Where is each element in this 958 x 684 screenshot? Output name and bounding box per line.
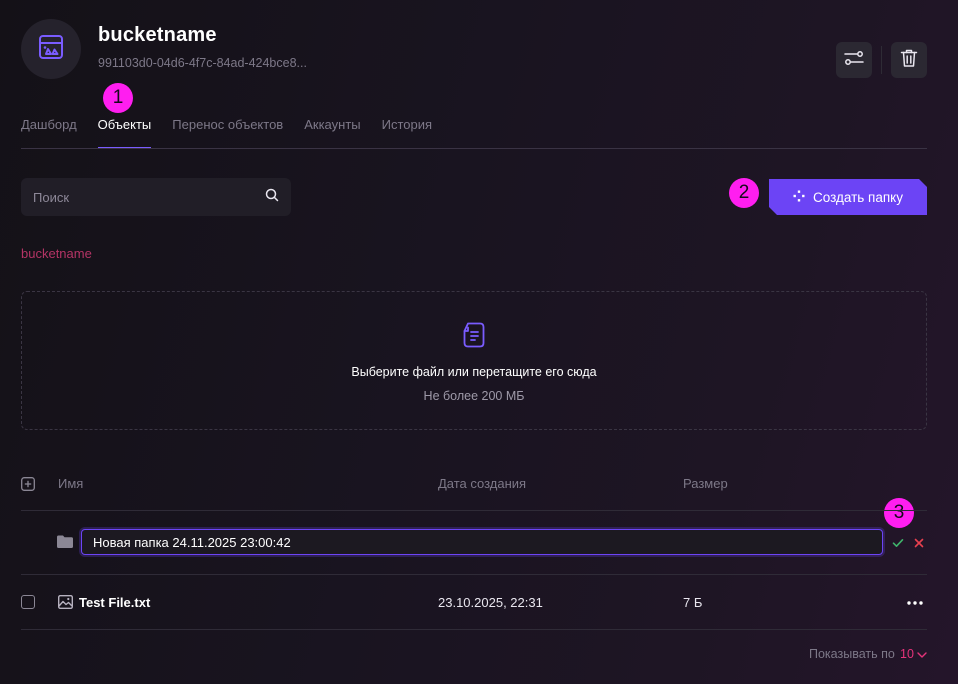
column-header-name[interactable]: Имя <box>58 476 83 491</box>
image-icon <box>57 594 74 614</box>
search-input[interactable] <box>33 189 265 205</box>
table-divider <box>21 574 927 575</box>
tab-accounts[interactable]: Аккаунты <box>304 117 360 148</box>
file-name[interactable]: Test File.txt <box>79 595 150 610</box>
folder-icon <box>57 535 73 553</box>
trash-icon <box>900 48 918 73</box>
annotation-marker-2: 2 <box>729 178 759 208</box>
tabs: Дашборд Объекты Перенос объектов Аккаунт… <box>21 117 432 148</box>
close-icon[interactable] <box>914 535 924 553</box>
column-header-created[interactable]: Дата создания <box>438 476 526 491</box>
tab-dashboard[interactable]: Дашборд <box>21 117 77 148</box>
plus-box-icon[interactable] <box>21 477 35 496</box>
create-folder-button[interactable]: Создать папку <box>769 179 927 215</box>
row-actions-button[interactable] <box>903 589 927 613</box>
breadcrumb[interactable]: bucketname <box>21 246 92 261</box>
create-folder-label: Создать папку <box>813 189 903 205</box>
page-title: bucketname <box>98 24 217 46</box>
search-box[interactable] <box>21 178 291 216</box>
chevron-down-icon <box>917 647 927 661</box>
dropzone-subtitle: Не более 200 МБ <box>423 389 525 403</box>
settings-button[interactable] <box>836 42 872 78</box>
column-header-size[interactable]: Размер <box>683 476 728 491</box>
row-checkbox[interactable] <box>21 595 35 609</box>
annotation-marker-3: 3 <box>884 498 914 528</box>
page-size-select[interactable]: 10 <box>900 647 927 661</box>
tab-history[interactable]: История <box>382 117 432 148</box>
sparkle-icon <box>793 190 805 205</box>
annotation-marker-1: 1 <box>103 83 133 113</box>
tab-objects[interactable]: Объекты <box>97 117 151 148</box>
new-folder-name-input[interactable] <box>81 529 883 555</box>
check-icon[interactable] <box>892 535 904 553</box>
header-divider <box>881 46 882 74</box>
dropzone-title: Выберите файл или перетащите его сюда <box>351 365 597 379</box>
upload-dropzone[interactable]: Выберите файл или перетащите его сюда Не… <box>21 291 927 430</box>
page-size-label: Показывать по <box>809 647 895 661</box>
search-icon[interactable] <box>265 188 279 207</box>
file-size: 7 Б <box>683 595 703 610</box>
file-created: 23.10.2025, 22:31 <box>438 595 543 610</box>
tab-object-transfer[interactable]: Перенос объектов <box>172 117 283 148</box>
more-icon <box>907 592 923 610</box>
bucket-icon <box>37 33 65 66</box>
page-size-value: 10 <box>900 647 914 661</box>
table-divider <box>21 629 927 630</box>
settings-sliders-icon <box>844 49 864 72</box>
file-document-icon <box>463 322 485 353</box>
bucket-avatar <box>21 19 81 79</box>
bucket-id: 991103d0-04d6-4f7c-84ad-424bce8... <box>98 56 307 70</box>
delete-bucket-button[interactable] <box>891 42 927 78</box>
tabs-divider <box>21 148 927 149</box>
table-divider <box>21 510 927 511</box>
